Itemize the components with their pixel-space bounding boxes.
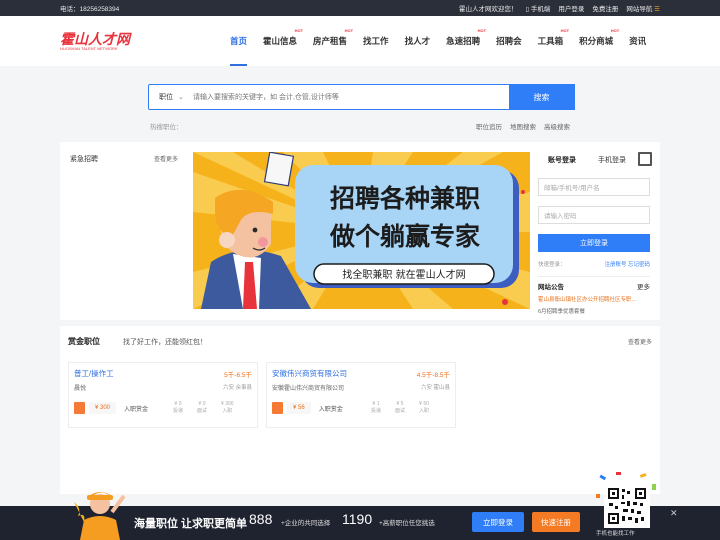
hot-keywords-label: 热搜职位： <box>150 124 183 131</box>
urgent-more-link[interactable]: 查看更多 <box>154 154 178 163</box>
login-button[interactable]: 立即登录 <box>538 234 650 252</box>
stat-apply: ¥ 0 投递 <box>173 401 184 414</box>
notice-item[interactable]: 霍山县衡山镇社区办公开招聘社区专职... <box>538 295 650 303</box>
bounty-job-card[interactable]: 安徽伟兴商贸有限公司 4.5千-8.5千 安徽霍山伟兴商贸有限公司 六安 霍山县… <box>266 362 456 428</box>
nav-item-news[interactable]: 资讯 <box>621 16 654 66</box>
reward-icon <box>74 402 85 414</box>
site-logo[interactable]: 霍山人才网 HUOSHAN TALENT NETWORK <box>60 32 130 51</box>
location: 六安 佘事县 <box>222 385 252 391</box>
urgent-jobs-title: 紧急招聘 <box>70 156 98 163</box>
reward-label: 入职赏金 <box>124 406 149 413</box>
qr-login-icon[interactable] <box>638 152 652 166</box>
hot-badge: HOT <box>344 28 354 33</box>
reward-label: 入职赏金 <box>318 406 343 413</box>
main-nav: 首页 霍山信息 HOT 房产租售 HOT 找工作 找人才 急速招聘 HOT 招聘会 工… <box>222 16 654 66</box>
svg-text:做个躺赢专家: 做个躺赢专家 <box>329 222 480 251</box>
nav-item-quick-hire[interactable]: 急速招聘 HOT <box>438 16 488 66</box>
qr-caption: 手机也能找工作 <box>596 531 635 537</box>
reward-amount: ¥ 56 <box>287 402 311 414</box>
stat-apply: ¥ 1 投递 <box>371 401 382 414</box>
footer-login-button[interactable]: 立即登录 <box>472 512 524 532</box>
app-qr-code <box>604 484 650 528</box>
search-category-select[interactable]: 职位 ⌄ <box>149 92 193 102</box>
quick-login-label: 快速登录： <box>538 262 566 268</box>
salary: 4.5千-8.5千 <box>416 372 450 379</box>
stat-interview: ¥ 5 面试 <box>395 401 406 414</box>
nav-item-find-job[interactable]: 找工作 <box>355 16 397 66</box>
register-link[interactable]: 免费注册 <box>592 3 618 13</box>
register-account-link[interactable]: 注册账号 <box>604 262 626 268</box>
contact-phone: 电话：18256258394 <box>60 6 120 13</box>
mobile-link[interactable]: ▯ 手机端 <box>525 3 550 13</box>
notice-title: 网站公告 <box>538 284 564 291</box>
bounty-more-link[interactable]: 查看更多 <box>628 337 652 346</box>
map-search-link[interactable]: 地图搜索 <box>510 121 536 131</box>
location: 六安 霍山县 <box>420 385 450 391</box>
bounty-jobs-section: 赏金职位 找了好工作，还能领红包！ 查看更多 普工/操作工 5千-6.5千 晨悦… <box>60 326 660 494</box>
job-tracking-link[interactable]: 职位追历 <box>476 121 502 131</box>
company-count-label: +企业的共同选择 <box>281 520 331 527</box>
chevron-down-icon: ⌄ <box>178 94 184 101</box>
hot-badge: HOT <box>294 28 304 33</box>
main-panel: 紧急招聘 查看更多 招聘各种兼职 做个躺赢专家 找全职兼职 就在霍山人才网 账号… <box>60 142 660 320</box>
notice-item[interactable]: 6月招聘季优惠套餐 <box>538 307 650 315</box>
reward-icon <box>272 402 283 414</box>
nav-item-toolbox[interactable]: 工具箱 HOT <box>530 16 572 66</box>
user-login-link[interactable]: 用户登录 <box>558 3 584 13</box>
svg-text:找全职兼职 就在霍山人才网: 找全职兼职 就在霍山人才网 <box>342 268 465 281</box>
job-title[interactable]: 安徽伟兴商贸有限公司 <box>272 368 347 379</box>
advanced-search-link[interactable]: 高级搜索 <box>544 121 570 131</box>
reward-amount: ¥ 300 <box>89 402 117 414</box>
footer-register-button[interactable]: 快速注册 <box>532 512 580 532</box>
hot-badge: HOT <box>610 28 620 33</box>
search-button[interactable]: 搜索 <box>508 84 575 110</box>
login-panel: 账号登录 手机登录 邮箱/手机号/用户名 请输入密码 立即登录 快速登录： 注册… <box>538 152 660 315</box>
close-icon[interactable]: ✕ <box>670 508 678 519</box>
site-notice: 网站公告 更多 霍山县衡山镇社区办公开招聘社区专职... 6月招聘季优惠套餐 <box>538 276 650 315</box>
forgot-password-link[interactable]: 忘记密码 <box>628 262 650 268</box>
nav-item-job-fair[interactable]: 招聘会 <box>488 16 530 66</box>
nav-item-home[interactable]: 首页 <box>222 16 255 66</box>
menu-icon: ☰ <box>654 6 660 13</box>
nav-item-housing[interactable]: 房产租售 HOT <box>305 16 355 66</box>
stat-hired: ¥ 300 入职 <box>221 401 234 414</box>
tab-mobile-login[interactable]: 手机登录 <box>598 155 626 165</box>
job-count-label: +高薪职位任您挑选 <box>379 520 435 527</box>
username-field[interactable]: 邮箱/手机号/用户名 <box>538 178 650 196</box>
hot-badge: HOT <box>477 28 487 33</box>
stat-hired: ¥ 50 入职 <box>419 401 430 414</box>
nav-item-points-mall[interactable]: 积分商城 HOT <box>571 16 621 66</box>
bounty-subtitle: 找了好工作，还能领红包！ <box>123 339 207 346</box>
stat-interview: ¥ 0 面试 <box>197 401 208 414</box>
password-field[interactable]: 请输入密码 <box>538 206 650 224</box>
salary: 5千-6.5千 <box>224 372 252 379</box>
mascot-illustration <box>74 492 126 540</box>
bounty-job-card[interactable]: 普工/操作工 5千-6.5千 晨悦 六安 佘事县 ¥ 300 入职赏金 ¥ 0投… <box>68 362 258 428</box>
company-count: 888 <box>249 511 273 527</box>
bounty-title: 赏金职位 <box>68 337 100 346</box>
banner-illustration: 招聘各种兼职 做个躺赢专家 找全职兼职 就在霍山人才网 <box>193 152 530 309</box>
search-bar: 职位⌄ 搜索 <box>148 84 575 110</box>
company-name: 晨悦 <box>74 386 87 392</box>
job-count: 1190 <box>342 511 373 527</box>
job-title[interactable]: 普工/操作工 <box>74 368 114 379</box>
tab-account-login[interactable]: 账号登录 <box>548 155 576 165</box>
svg-text:招聘各种兼职: 招聘各种兼职 <box>330 184 480 213</box>
notice-more-link[interactable]: 更多 <box>637 281 650 291</box>
header: 霍山人才网 HUOSHAN TALENT NETWORK 首页 霍山信息 HOT … <box>0 16 720 66</box>
hot-badge: HOT <box>560 28 570 33</box>
top-bar: 电话：18256258394 霍山人才网欢迎您！ ▯ 手机端 用户登录 免费注册… <box>0 0 720 16</box>
search-input[interactable] <box>193 87 509 107</box>
nav-item-info[interactable]: 霍山信息 HOT <box>255 16 305 66</box>
promo-slogan: 海量职位 让求职更简单 <box>134 518 248 530</box>
search-tools: 职位追历 地图搜索 高级搜索 <box>476 121 570 131</box>
welcome-text: 霍山人才网欢迎您！ <box>458 6 518 13</box>
site-nav-link[interactable]: 网站导航 ☰ <box>626 3 660 13</box>
company-name: 安徽霍山伟兴商贸有限公司 <box>272 386 345 392</box>
promo-banner[interactable]: 招聘各种兼职 做个躺赢专家 找全职兼职 就在霍山人才网 <box>193 152 530 309</box>
nav-item-find-talent[interactable]: 找人才 <box>397 16 439 66</box>
